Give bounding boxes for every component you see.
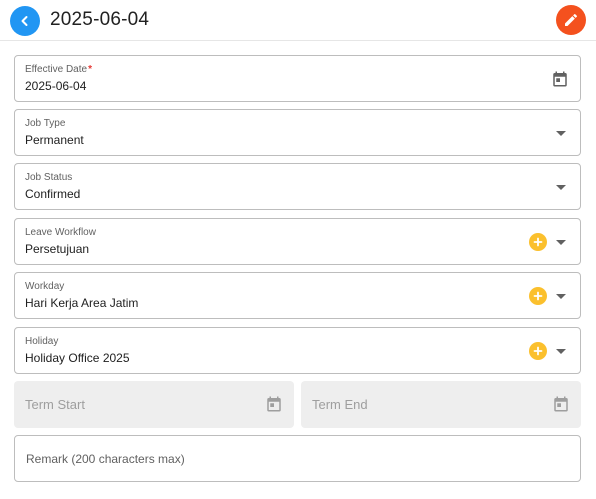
holiday-value: Holiday Office 2025 [25,351,130,365]
holiday-select[interactable]: Holiday Holiday Office 2025 [14,327,581,374]
workday-label: Workday [25,281,65,292]
calendar-icon[interactable] [264,394,284,414]
term-end-placeholder: Term End [312,397,368,412]
back-button[interactable] [10,6,40,36]
dropdown-arrow-icon[interactable] [556,131,566,136]
workday-select[interactable]: Workday Hari Kerja Area Jatim [14,272,581,319]
pencil-icon [565,13,578,26]
dropdown-arrow-icon[interactable] [556,240,566,245]
calendar-icon[interactable] [551,394,571,414]
dropdown-arrow-icon[interactable] [556,185,566,190]
holiday-label: Holiday [25,336,59,347]
job-status-select[interactable]: Job Status Confirmed [14,163,581,210]
remark-textarea[interactable]: Remark (200 characters max) [14,435,581,482]
leave-workflow-select[interactable]: Leave Workflow Persetujuan [14,218,581,265]
term-start-field[interactable]: Term Start [14,381,294,428]
add-holiday-button[interactable] [529,342,547,360]
workday-value: Hari Kerja Area Jatim [25,296,139,310]
effective-date-value: 2025-06-04 [25,79,87,93]
job-type-value: Permanent [25,133,84,147]
effective-date-field[interactable]: Effective Date* 2025-06-04 [14,55,581,102]
chevron-left-icon [21,16,28,26]
job-type-select[interactable]: Job Type Permanent [14,109,581,156]
add-workday-button[interactable] [529,287,547,305]
plus-icon [533,291,543,301]
dropdown-arrow-icon[interactable] [556,349,566,354]
edit-button[interactable] [556,5,586,35]
required-mark: * [88,64,92,75]
leave-workflow-label: Leave Workflow [25,227,96,238]
remark-placeholder: Remark (200 characters max) [26,452,185,466]
effective-date-label: Effective Date [25,64,88,75]
add-leave-workflow-button[interactable] [529,233,547,251]
calendar-icon[interactable] [550,69,570,89]
plus-icon [533,237,543,247]
page-title: 2025-06-04 [50,9,150,30]
app-header: 2025-06-04 [0,0,596,41]
term-start-placeholder: Term Start [25,397,85,412]
job-status-label: Job Status [25,172,73,183]
plus-icon [533,346,543,356]
job-status-value: Confirmed [25,187,81,201]
dropdown-arrow-icon[interactable] [556,294,566,299]
job-type-label: Job Type [25,118,66,129]
leave-workflow-value: Persetujuan [25,242,90,256]
term-end-field[interactable]: Term End [301,381,581,428]
